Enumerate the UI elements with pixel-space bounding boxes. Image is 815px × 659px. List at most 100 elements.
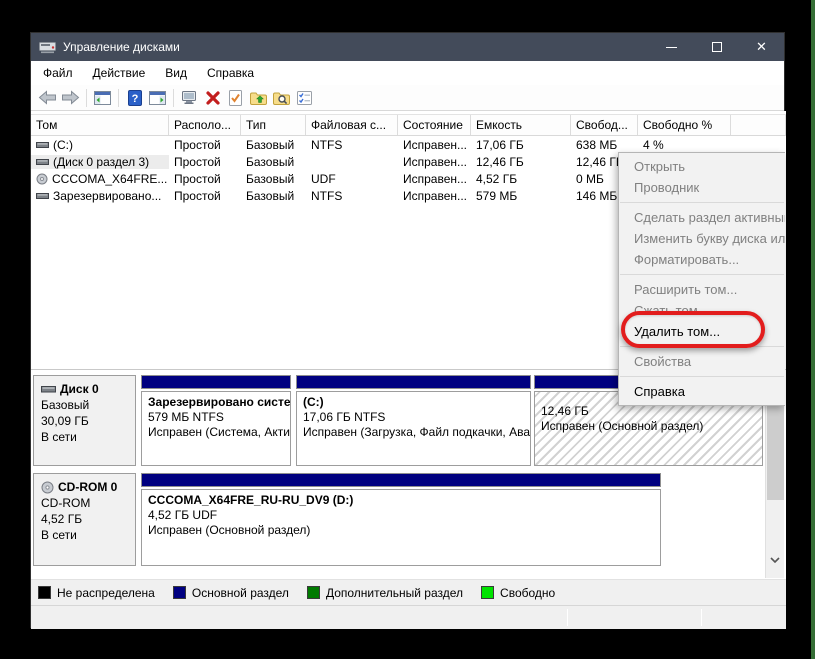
menu-item-extend-volume: Расширить том...	[619, 279, 785, 300]
statusbar-divider	[701, 609, 702, 626]
computer-button[interactable]	[178, 87, 201, 109]
toolbar-separator	[118, 89, 119, 107]
checklist-button[interactable]	[293, 87, 316, 109]
col-type[interactable]: Тип	[241, 115, 306, 135]
disk-icon	[41, 384, 56, 394]
forward-button[interactable]	[59, 87, 82, 109]
menu-separator	[620, 346, 784, 347]
partition-size: 579 МБ NTFS	[148, 410, 284, 425]
disk-volume-icon	[36, 140, 49, 150]
menu-action[interactable]: Действие	[83, 61, 156, 85]
statusbar-divider	[567, 609, 568, 626]
scrollbar-down-button[interactable]	[770, 552, 780, 566]
help-icon: ?	[128, 90, 142, 106]
menu-item-change-letter: Изменить букву диска или путь к диску...	[619, 228, 785, 249]
volume-list-header: Том Располо... Тип Файловая с... Состоян…	[31, 114, 786, 136]
menu-separator	[620, 274, 784, 275]
cdrom-media-region[interactable]: CCCOMA_X64FRE_RU-RU_DV9 (D:) 4,52 ГБ UDF…	[141, 473, 661, 566]
volume-name: (C:)	[53, 138, 73, 152]
maximize-button[interactable]	[694, 33, 739, 61]
partition-color-bar	[296, 375, 531, 389]
col-free-pct[interactable]: Свободно %	[638, 115, 731, 135]
partition-status: Исправен (Загрузка, Файл подкачки, Ава	[303, 425, 524, 440]
cd-icon	[41, 481, 54, 494]
volume-name: Зарезервировано...	[53, 189, 161, 203]
minimize-icon	[666, 47, 677, 48]
console-tree-icon	[94, 91, 111, 105]
menu-item-explorer: Проводник	[619, 177, 785, 198]
status-bar	[31, 605, 786, 629]
menu-item-help[interactable]: Справка	[619, 381, 785, 402]
disk0-name: Диск 0	[60, 381, 99, 397]
partition-size: 17,06 ГБ NTFS	[303, 410, 524, 425]
back-button[interactable]	[36, 87, 59, 109]
folder-search-button[interactable]	[270, 87, 293, 109]
check-document-icon	[229, 90, 242, 106]
maximize-icon	[712, 42, 722, 52]
col-filesystem[interactable]: Файловая с...	[306, 115, 398, 135]
disk0-size: 30,09 ГБ	[41, 413, 128, 429]
col-capacity[interactable]: Емкость	[471, 115, 571, 135]
partition-label: Зарезервировано систе	[148, 395, 284, 410]
chevron-down-icon	[770, 557, 780, 563]
col-volume[interactable]: Том	[31, 115, 169, 135]
menu-separator	[620, 376, 784, 377]
screenshot-right-edge	[811, 0, 815, 659]
legend-swatch	[307, 586, 320, 599]
partition-c-drive[interactable]: (C:) 17,06 ГБ NTFS Исправен (Загрузка, Ф…	[296, 375, 531, 466]
cdrom0-status: В сети	[41, 527, 128, 543]
legend-primary-partition: Основной раздел	[173, 586, 289, 600]
menu-item-delete-volume[interactable]: Удалить том...	[619, 321, 785, 342]
partition-status: Исправен (Система, Акти	[148, 425, 284, 440]
table-row[interactable]: (C:) Простой Базовый NTFS Исправен... 17…	[31, 136, 786, 153]
console-tree-button[interactable]	[91, 87, 114, 109]
action-pane-button[interactable]	[146, 87, 169, 109]
col-status[interactable]: Состояние	[398, 115, 471, 135]
menu-help[interactable]: Справка	[197, 61, 264, 85]
disk0-type: Базовый	[41, 397, 128, 413]
computer-icon	[181, 90, 199, 105]
back-icon	[38, 90, 57, 105]
disk-management-app-icon	[39, 41, 56, 54]
volume-name: CCCOMA_X64FRE...	[52, 172, 167, 186]
menu-item-format: Форматировать...	[619, 249, 785, 270]
partition-size: 12,46 ГБ	[541, 404, 756, 419]
cd-volume-icon	[36, 173, 48, 185]
menu-view[interactable]: Вид	[155, 61, 197, 85]
disk0-header[interactable]: Диск 0 Базовый 30,09 ГБ В сети	[33, 375, 136, 466]
scrollbar-thumb[interactable]	[767, 402, 784, 500]
close-button[interactable]: ✕	[739, 33, 784, 61]
checklist-icon	[297, 91, 312, 105]
col-layout[interactable]: Располо...	[169, 115, 241, 135]
menu-item-open: Открыть	[619, 156, 785, 177]
cdrom0-type: CD-ROM	[41, 495, 128, 511]
legend-bar: Не распределена Основной раздел Дополнит…	[31, 579, 786, 605]
legend-swatch	[173, 586, 186, 599]
menu-file[interactable]: Файл	[33, 61, 83, 85]
forward-icon	[61, 90, 80, 105]
menu-item-mark-active: Сделать раздел активным	[619, 207, 785, 228]
media-label: CCCOMA_X64FRE_RU-RU_DV9 (D:)	[148, 493, 654, 508]
minimize-button[interactable]	[649, 33, 694, 61]
cdrom0-size: 4,52 ГБ	[41, 511, 128, 527]
delete-button[interactable]	[201, 87, 224, 109]
toolbar: ?	[31, 85, 784, 111]
help-button[interactable]: ?	[123, 87, 146, 109]
window-title: Управление дисками	[63, 40, 649, 54]
cdrom0-header[interactable]: CD-ROM 0 CD-ROM 4,52 ГБ В сети	[33, 473, 136, 566]
menu-item-shrink-volume: Сжать том...	[619, 300, 785, 321]
menu-separator	[620, 202, 784, 203]
partition-color-bar	[141, 375, 291, 389]
folder-up-button[interactable]	[247, 87, 270, 109]
legend-extended-partition: Дополнительный раздел	[307, 586, 463, 600]
legend-swatch	[481, 586, 494, 599]
partition-label: (C:)	[303, 395, 524, 410]
partition-system-reserved[interactable]: Зарезервировано систе 579 МБ NTFS Исправ…	[141, 375, 291, 466]
col-free[interactable]: Свобод...	[571, 115, 638, 135]
media-status: Исправен (Основной раздел)	[148, 523, 654, 538]
folder-search-icon	[273, 91, 290, 105]
disk-volume-icon	[36, 157, 49, 167]
disk-volume-icon	[36, 191, 49, 201]
check-document-button[interactable]	[224, 87, 247, 109]
media-size: 4,52 ГБ UDF	[148, 508, 654, 523]
